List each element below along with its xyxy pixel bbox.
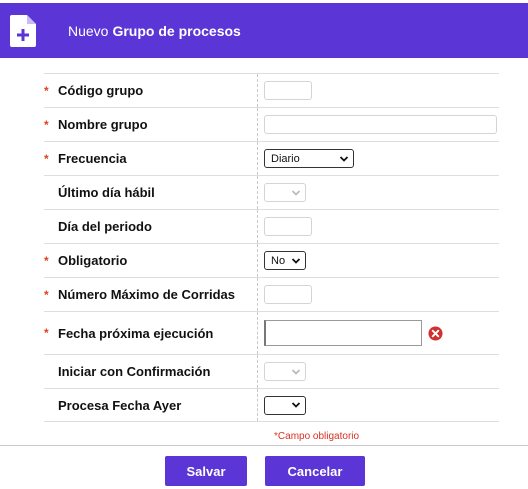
clear-date-icon[interactable] <box>428 325 443 341</box>
title-main: Grupo de procesos <box>112 22 241 39</box>
add-document-icon <box>10 15 36 47</box>
field-label: Día del periodo <box>58 219 152 234</box>
save-button[interactable]: Salvar <box>165 456 247 486</box>
required-marker: * <box>44 326 49 340</box>
field-label: Nombre grupo <box>58 117 148 132</box>
chevron-down-icon <box>291 189 301 196</box>
chevron-down-icon <box>339 155 349 162</box>
row-fecha-proxima-ejecucion: * Fecha próxima ejecución <box>44 311 499 354</box>
field-label: Frecuencia <box>58 151 127 166</box>
dialog-title: Nuevo Grupo de procesos <box>68 3 241 58</box>
iniciar-con-confirmacion-select[interactable] <box>264 362 306 381</box>
row-codigo-grupo: * Código grupo <box>44 73 499 107</box>
field-label: Último día hábil <box>58 185 155 200</box>
required-marker: * <box>44 253 49 268</box>
chevron-down-icon <box>291 402 301 408</box>
required-marker: * <box>44 83 49 98</box>
field-label: Procesa Fecha Ayer <box>58 397 182 413</box>
selected-value: No <box>271 254 286 267</box>
procesa-fecha-ayer-select[interactable] <box>264 395 306 415</box>
numero-maximo-corridas-input[interactable] <box>264 285 312 304</box>
codigo-grupo-input[interactable] <box>264 81 312 100</box>
row-iniciar-con-confirmacion: Iniciar con Confirmación <box>44 354 499 388</box>
required-field-note: *Campo obligatorio <box>274 431 359 442</box>
row-procesa-fecha-ayer: Procesa Fecha Ayer <box>44 388 499 422</box>
dia-del-periodo-input[interactable] <box>264 217 312 236</box>
required-marker: * <box>44 117 49 132</box>
field-label: Número Máximo de Corridas <box>58 287 235 302</box>
required-field-text: Campo obligatorio <box>277 431 360 442</box>
row-numero-maximo-corridas: * Número Máximo de Corridas <box>44 277 499 311</box>
cancel-button[interactable]: Cancelar <box>265 456 365 486</box>
required-marker: * <box>44 151 49 166</box>
fecha-proxima-ejecucion-input[interactable] <box>264 320 422 346</box>
obligatorio-select[interactable]: No <box>264 251 306 270</box>
required-marker: * <box>44 287 49 302</box>
frecuencia-select[interactable]: Diario <box>264 149 354 168</box>
title-prefix: Nuevo <box>68 22 109 39</box>
row-dia-del-periodo: Día del periodo <box>44 209 499 243</box>
field-label: Obligatorio <box>58 253 128 268</box>
field-label: Código grupo <box>58 83 144 98</box>
row-frecuencia: * Frecuencia Diario <box>44 141 499 175</box>
row-nombre-grupo: * Nombre grupo <box>44 107 499 141</box>
chevron-down-icon <box>291 368 301 375</box>
nombre-grupo-input[interactable] <box>264 115 497 134</box>
row-ultimo-dia-habil: Último día hábil <box>44 175 499 209</box>
field-label: Iniciar con Confirmación <box>58 364 211 379</box>
ultimo-dia-habil-select[interactable] <box>264 183 306 202</box>
dialog-header: Nuevo Grupo de procesos <box>0 3 528 58</box>
process-group-form: * Código grupo * Nombre grupo * Frecuenc… <box>44 73 499 422</box>
field-label: Fecha próxima ejecución <box>58 325 214 341</box>
selected-value: Diario <box>271 152 300 165</box>
footer-divider <box>0 445 528 446</box>
row-obligatorio: * Obligatorio No <box>44 243 499 277</box>
chevron-down-icon <box>291 257 301 264</box>
